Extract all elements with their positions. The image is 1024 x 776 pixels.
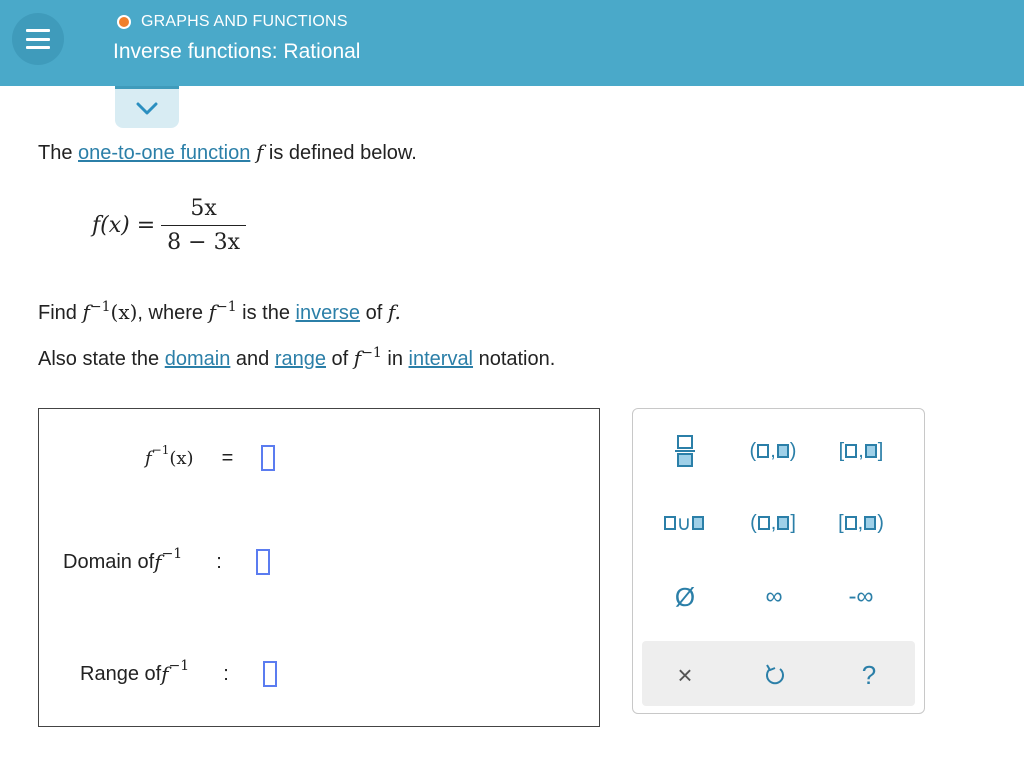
colon: : [216,550,222,573]
menu-button[interactable] [12,13,64,65]
infinity-key[interactable]: ∞ [749,579,799,615]
x-argument: (x) [110,300,138,324]
inverse-answer-row: f −1 (x) = [145,443,276,471]
find-text: Find [38,302,83,324]
closed-open-interval-key[interactable]: [,) [824,505,898,541]
colon: : [223,662,229,685]
f-inverse-symbol: f [208,300,216,324]
domain-input[interactable] [255,549,270,575]
negative-infinity-icon: -∞ [848,583,874,610]
fraction-key[interactable] [663,429,707,473]
range-label: Range of [80,662,162,685]
find-where: , where [137,302,209,324]
closed-closed-interval-key[interactable]: [,] [824,433,898,469]
f-inverse-label: f [154,550,162,574]
empty-set-icon: Ø [674,581,696,612]
infinity-icon: ∞ [765,583,783,610]
clear-key[interactable]: × [663,657,707,693]
chevron-down-icon [136,102,158,114]
function-lhs: f(x) = [92,213,156,238]
also-text: Also state the [38,348,165,370]
find-of: of [360,302,388,324]
intro-text: The [38,142,79,164]
f-inverse-label: f [161,662,169,686]
top-bar: GRAPHS AND FUNCTIONS Inverse functions: … [0,0,1024,86]
open-closed-interval-key[interactable]: (,] [736,505,810,541]
help-key[interactable]: ? [847,657,891,693]
inverse-superscript: −1 [168,658,190,674]
range-answer-row: Range of f −1 : [80,658,277,687]
interval-link[interactable]: interval [409,348,473,370]
expand-toggle-button[interactable] [115,86,179,128]
undo-icon [766,664,784,685]
answer-panel: f −1 (x) = Domain of f −1 : Range of f −1 : [38,408,600,727]
f-inverse-symbol: f [82,300,90,324]
undo-key[interactable] [753,657,797,693]
fraction: 5x 8 − 3x [161,196,246,255]
also-of: of [326,348,354,370]
intro-sentence: The one-to-one function f is defined bel… [38,140,417,165]
math-palette: (,) [,] ∪ (,] [,) Ø ∞ -∞ × ? [632,408,925,714]
inverse-superscript: −1 [89,299,111,315]
union-key[interactable]: ∪ [651,505,717,541]
open-open-interval-key[interactable]: (,) [736,433,810,469]
topic-label: GRAPHS AND FUNCTIONS [141,13,348,30]
hamburger-icon [26,29,50,49]
range-link[interactable]: range [275,348,326,370]
domain-range-sentence: Also state the domain and range of f−1 i… [38,345,556,371]
range-input[interactable] [262,661,277,687]
f-inverse-label: f [145,447,152,469]
find-is-the: is the [236,302,296,324]
inverse-input[interactable] [261,445,276,471]
also-end: notation. [473,348,556,370]
inverse-superscript: −1 [215,299,237,315]
close-icon: × [677,659,693,690]
one-to-one-function-link[interactable]: one-to-one function [78,142,250,164]
inverse-superscript: −1 [361,345,382,361]
topic-heading: GRAPHS AND FUNCTIONS [117,13,348,31]
fraction-numerator: 5x [190,196,217,221]
negative-infinity-key[interactable]: -∞ [833,579,889,615]
fraction-denominator: 8 − 3x [167,230,240,255]
domain-label: Domain of [63,550,155,573]
domain-link[interactable]: domain [165,348,231,370]
also-and: and [230,348,275,370]
f-end-symbol: f. [387,300,401,324]
page-title: Inverse functions: Rational [113,40,361,63]
status-dot-icon [117,15,131,29]
question-icon: ? [861,659,877,690]
inverse-link[interactable]: inverse [296,302,360,324]
intro-tail: is defined below. [263,142,417,164]
inverse-superscript: −1 [151,443,170,457]
equals-sign: = [221,446,234,469]
function-definition: f(x) = 5x 8 − 3x [92,196,246,255]
x-argument: (x) [169,447,194,469]
fraction-icon [675,435,695,467]
domain-answer-row: Domain of f −1 : [63,546,270,575]
find-sentence: Find f−1(x), where f−1 is the inverse of… [38,299,401,325]
inverse-superscript: −1 [161,546,183,562]
empty-set-key[interactable]: Ø [663,579,707,615]
union-symbol: ∪ [676,512,692,535]
also-in: in [381,348,409,370]
